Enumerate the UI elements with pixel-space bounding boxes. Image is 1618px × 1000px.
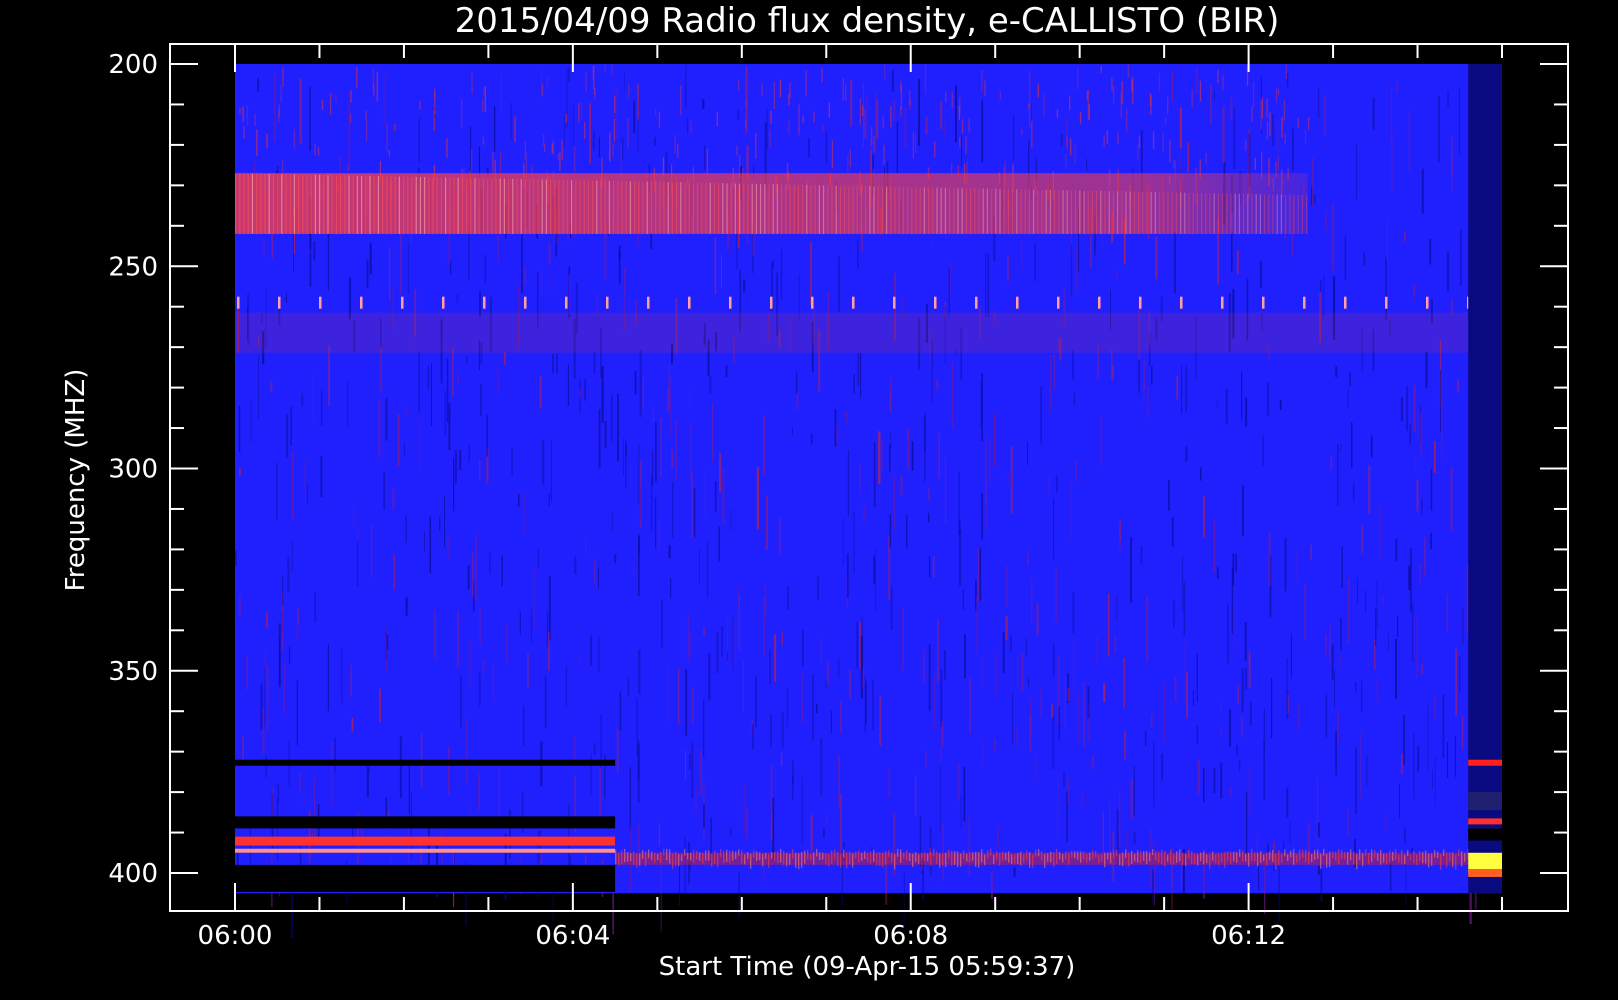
chart-title: 2015/04/09 Radio flux density, e-CALLIST… [455, 1, 1280, 41]
spectrogram-chart: 2015/04/09 Radio flux density, e-CALLIST… [0, 0, 1618, 1000]
y-tick-label: 350 [108, 657, 158, 687]
spectrogram-heatmap [235, 64, 1502, 939]
late-dropout [1468, 64, 1502, 894]
x-tick-label: 06:12 [1211, 921, 1286, 951]
x-axis-label: Start Time (09-Apr-15 05:59:37) [659, 952, 1076, 982]
x-tick-label: 06:04 [535, 921, 610, 951]
y-axis-label: Frequency (MHZ) [61, 369, 91, 592]
y-tick-label: 250 [108, 252, 158, 282]
x-tick-label: 06:08 [873, 921, 948, 951]
x-tick-label: 06:00 [198, 921, 273, 951]
y-tick-label: 400 [108, 859, 158, 889]
y-tick-label: 300 [108, 455, 158, 485]
y-tick-label: 200 [108, 50, 158, 80]
